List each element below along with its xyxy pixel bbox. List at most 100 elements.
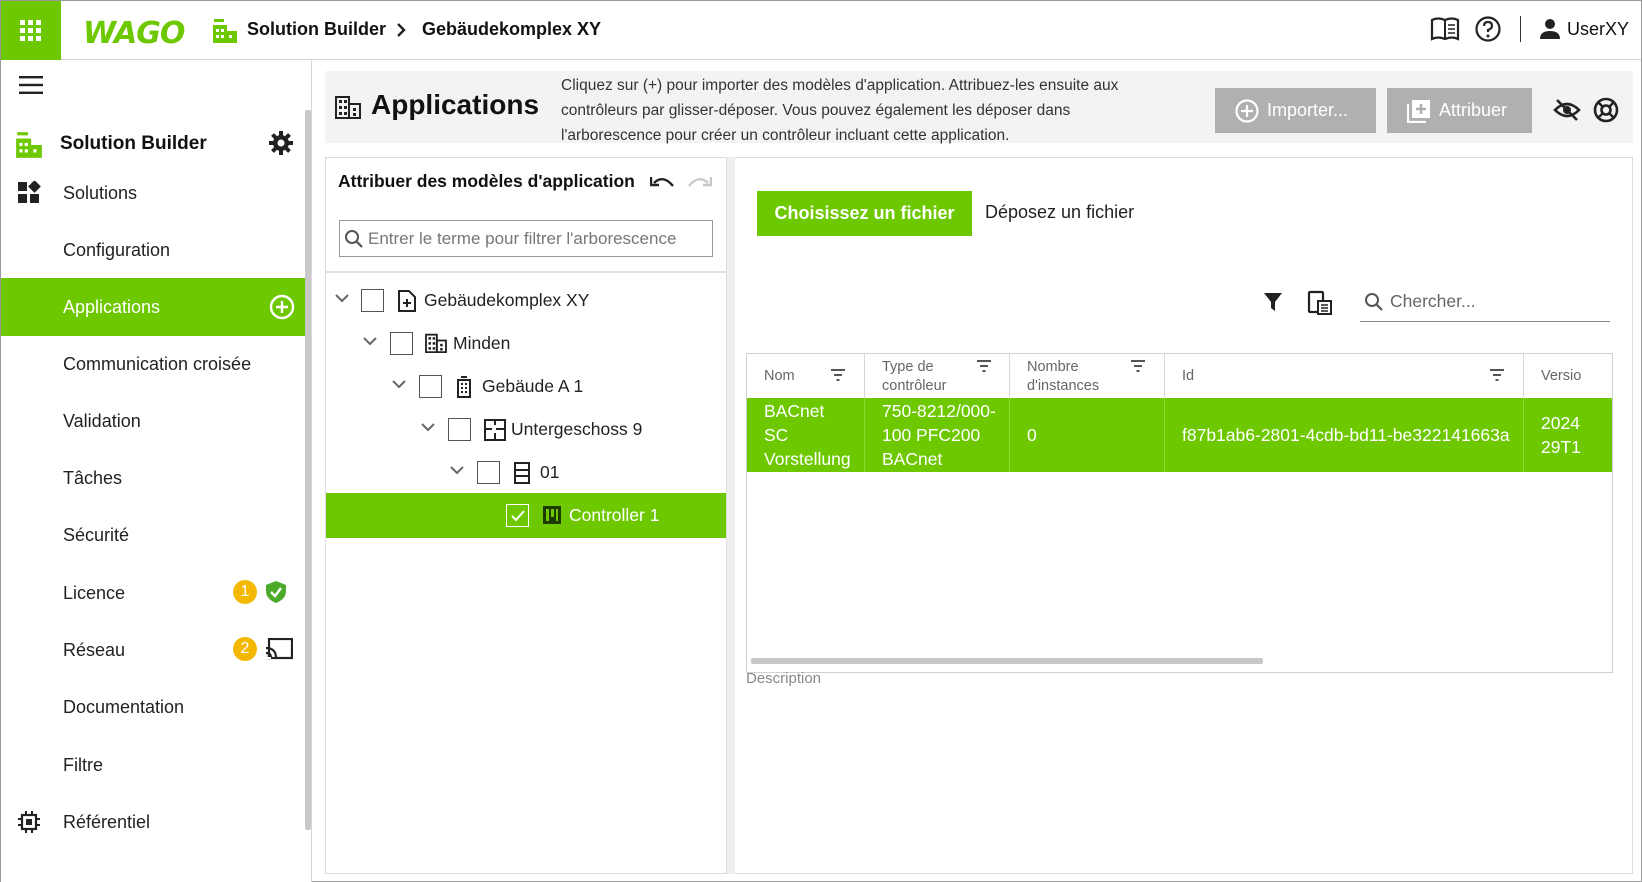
sidebar-item-label: Réseau xyxy=(63,640,126,660)
sidebar-item-label: Validation xyxy=(63,411,141,431)
cell-version: 2024 29T1 xyxy=(1541,413,1581,457)
table-horizontal-scrollbar[interactable] xyxy=(751,658,1263,664)
tree-checkbox-checked[interactable] xyxy=(506,504,529,527)
template-search-input[interactable] xyxy=(1390,291,1590,312)
assign-button[interactable]: Attribuer xyxy=(1387,88,1532,133)
tree-node-label: Controller 1 xyxy=(569,505,660,525)
tree-checkbox[interactable] xyxy=(448,418,471,441)
tree-node[interactable]: Untergeschoss 9 xyxy=(326,407,726,452)
column-filter-icon[interactable] xyxy=(976,360,992,372)
breadcrumb-project[interactable]: Gebäudekomplex XY xyxy=(422,19,601,40)
tree-node[interactable]: 01 xyxy=(326,450,726,495)
tree-checkbox[interactable] xyxy=(361,289,384,312)
shield-check-icon xyxy=(266,581,286,603)
sidebar-item-security[interactable]: Sécurité xyxy=(1,506,305,564)
tree-node[interactable]: Minden xyxy=(326,321,726,366)
drop-file-zone[interactable]: Déposez un fichier xyxy=(985,202,1134,223)
visibility-off-icon[interactable] xyxy=(1553,99,1581,121)
sidebar-item-applications[interactable]: Applications xyxy=(1,278,305,336)
tree-node-label: Minden xyxy=(453,333,511,353)
chevron-down-icon[interactable] xyxy=(334,292,350,304)
app-launcher-button[interactable] xyxy=(1,1,61,60)
panel-splitter[interactable] xyxy=(727,157,735,874)
sidebar-header-label: Solution Builder xyxy=(60,133,207,154)
import-button[interactable]: Importer... xyxy=(1215,88,1376,133)
choose-file-button[interactable]: Choisissez un fichier xyxy=(757,191,972,236)
template-search-field[interactable] xyxy=(1360,282,1610,322)
add-circle-icon[interactable] xyxy=(269,294,295,320)
redo-icon[interactable] xyxy=(686,174,712,190)
sidebar-item-filter[interactable]: Filtre xyxy=(1,736,305,794)
wago-logo: WAGO xyxy=(83,16,185,51)
sidebar-item-label: Référentiel xyxy=(63,812,151,832)
sidebar-item-license[interactable]: Licence 1 xyxy=(1,564,305,622)
top-bar: WAGO Solution Builder Gebäudekomplex XY … xyxy=(1,1,1641,60)
chevron-down-icon[interactable] xyxy=(449,464,465,476)
sidebar-scrollbar[interactable] xyxy=(305,110,311,830)
description-label: Description xyxy=(746,670,822,687)
sidebar-item-label: Communication croisée xyxy=(63,354,252,374)
sidebar-item-label: Tâches xyxy=(63,468,123,488)
chevron-down-icon[interactable] xyxy=(420,421,436,433)
sidebar-item-configuration[interactable]: Configuration xyxy=(1,221,305,279)
sidebar-item-validation[interactable]: Validation xyxy=(1,392,305,450)
breadcrumb-app[interactable]: Solution Builder xyxy=(247,19,386,40)
cell-instances: 0 xyxy=(1010,398,1165,472)
tree-checkbox[interactable] xyxy=(390,332,413,355)
column-header-id[interactable]: Id xyxy=(1165,354,1524,398)
chevron-right-icon xyxy=(397,23,406,37)
column-filter-icon[interactable] xyxy=(1130,360,1146,372)
tree-checkbox[interactable] xyxy=(477,461,500,484)
sidebar-item-label: Configuration xyxy=(63,240,171,260)
undo-icon[interactable] xyxy=(650,174,676,190)
help-icon[interactable] xyxy=(1474,15,1502,43)
tree-node-selected[interactable]: Controller 1 xyxy=(326,493,726,538)
sidebar-item-label: Applications xyxy=(63,297,161,317)
sidebar-item-communication[interactable]: Communication croisée xyxy=(1,335,305,393)
sidebar-item-label: Filtre xyxy=(63,755,103,775)
chip-icon xyxy=(18,811,40,833)
hamburger-menu-icon[interactable] xyxy=(19,76,43,94)
sidebar-item-repository[interactable]: Référentiel xyxy=(1,793,305,851)
sidebar-item-tasks[interactable]: Tâches xyxy=(1,449,305,507)
tree-node[interactable]: Gebäude A 1 xyxy=(326,364,726,409)
sidebar-item-documentation[interactable]: Documentation xyxy=(1,678,305,736)
table-row[interactable]: BACnet SC Vorstellung 750-8212/000- 100 PFC… xyxy=(747,398,1612,472)
tree-node[interactable]: Gebäudekomplex XY xyxy=(326,278,726,323)
user-menu[interactable]: UserXY xyxy=(1539,18,1629,40)
chevron-down-icon[interactable] xyxy=(362,335,378,347)
filter-icon[interactable] xyxy=(1263,292,1283,312)
import-label: Importer... xyxy=(1267,100,1349,120)
search-icon xyxy=(1365,292,1383,311)
tree-panel-title: Attribuer des modèles d'application xyxy=(338,171,635,191)
tree-checkbox[interactable] xyxy=(419,375,442,398)
cell-controller-type: 750-8212/000- 100 PFC200 BACnet xyxy=(865,398,1010,472)
assign-tree-panel: Attribuer des modèles d'application Gebä… xyxy=(325,157,727,874)
column-header-name[interactable]: Nom xyxy=(747,354,865,398)
column-filter-icon[interactable] xyxy=(830,369,846,381)
column-header-controller-type[interactable]: Type de contrôleur xyxy=(865,354,1010,398)
sidebar-item-network[interactable]: Réseau 2 xyxy=(1,621,305,679)
sidebar-item-label: Sécurité xyxy=(63,525,130,545)
grid-icon xyxy=(20,19,41,41)
solution-builder-icon xyxy=(16,132,42,158)
sidebar-item-solutions[interactable]: Solutions xyxy=(1,164,305,222)
sidebar-item-label: Documentation xyxy=(63,697,185,717)
toolbar-separator xyxy=(1519,16,1521,42)
tree-filter-field[interactable] xyxy=(339,220,713,257)
manual-book-icon[interactable] xyxy=(1430,16,1460,42)
sidebar-item-label: Solutions xyxy=(63,183,138,203)
table-header: Nom Type de contrôleur Nombre d'instances … xyxy=(747,354,1612,398)
city-icon xyxy=(335,96,361,119)
support-icon[interactable] xyxy=(1593,97,1619,123)
tree-filter-input[interactable] xyxy=(368,228,708,249)
license-badge: 1 xyxy=(233,580,257,604)
chevron-down-icon[interactable] xyxy=(391,378,407,390)
column-header-instances[interactable]: Nombre d'instances xyxy=(1010,354,1165,398)
templates-panel: Choisissez un fichier Déposez un fichier… xyxy=(735,157,1633,874)
device-list-icon[interactable] xyxy=(1307,290,1333,316)
tree-node-label: Gebäude A 1 xyxy=(482,376,584,396)
column-header-version[interactable]: Versio xyxy=(1524,354,1612,398)
column-filter-icon[interactable] xyxy=(1489,369,1505,381)
gear-icon[interactable] xyxy=(268,130,294,156)
